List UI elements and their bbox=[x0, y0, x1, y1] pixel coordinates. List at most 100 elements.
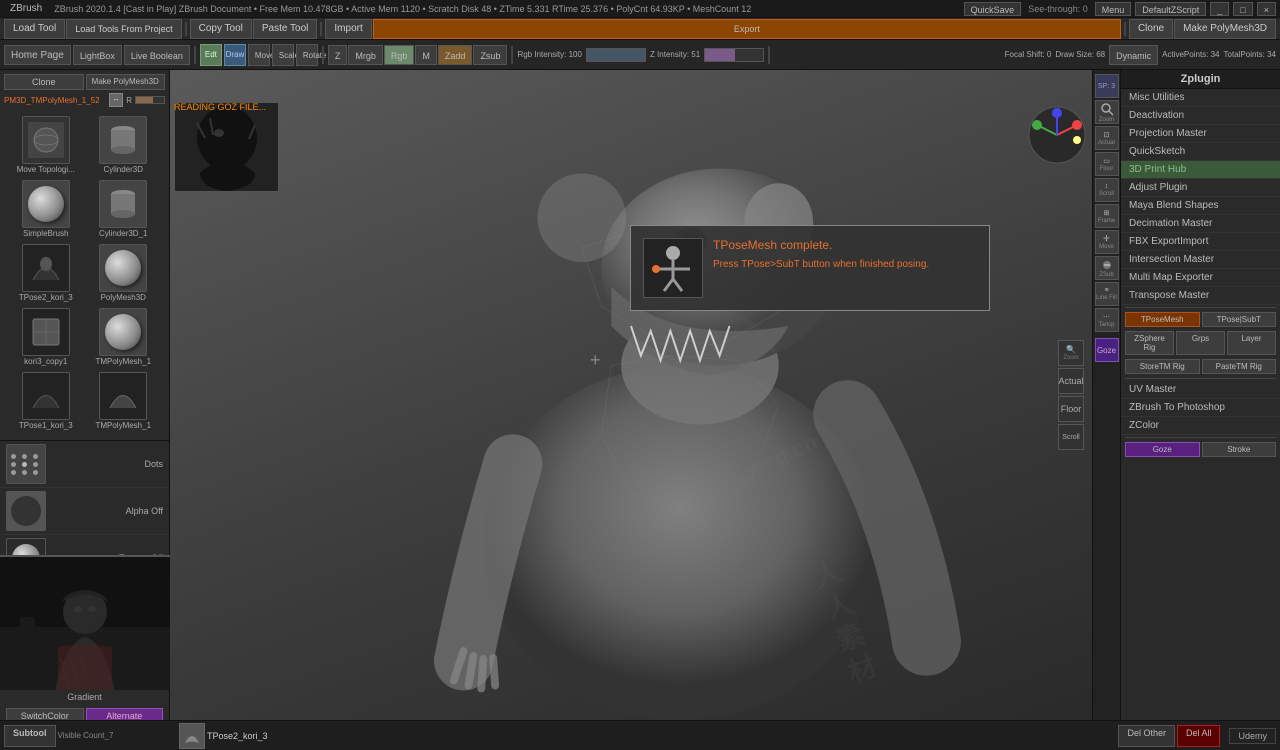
zplugin-fbx[interactable]: FBX ExportImport bbox=[1121, 233, 1280, 251]
viewport[interactable]: READING GOZ FILE... bbox=[170, 70, 1092, 720]
pm3d-icon[interactable]: ↔ bbox=[109, 93, 123, 107]
paste-tool-btn[interactable]: Paste Tool bbox=[253, 19, 318, 39]
tmpolymesh-tool[interactable]: TMPolyMesh_1 bbox=[86, 306, 162, 368]
subtool-active-item: TPose2_kori_3 bbox=[179, 723, 268, 749]
rotate-btn[interactable]: Rotate bbox=[296, 44, 318, 66]
make-polymesh-btn[interactable]: Make PolyMesh3D bbox=[1174, 19, 1276, 39]
zplugin-maya-blend[interactable]: Maya Blend Shapes bbox=[1121, 197, 1280, 215]
quicksave-btn[interactable]: QuickSave bbox=[964, 2, 1022, 16]
switch-color-btn[interactable]: SwitchColor bbox=[6, 708, 84, 720]
stroke-side-btn[interactable]: Stroke bbox=[1202, 442, 1277, 457]
menu-btn[interactable]: Menu bbox=[1095, 2, 1132, 16]
cylinder3d-tool[interactable]: Cylinder3D bbox=[86, 114, 162, 176]
gizmo-widget[interactable] bbox=[1027, 105, 1087, 165]
zplugin-deactivation[interactable]: Deactivation bbox=[1121, 107, 1280, 125]
active-subtool-thumb[interactable] bbox=[179, 723, 205, 749]
close-btn[interactable]: × bbox=[1257, 2, 1276, 16]
clone-btn-l[interactable]: Clone bbox=[4, 74, 84, 90]
floor-btn[interactable]: Floor bbox=[1058, 396, 1084, 422]
tpose-dialog-title: TPoseMesh complete. bbox=[713, 238, 977, 252]
tpose-dialog-icon bbox=[643, 238, 703, 298]
del-all-btn[interactable]: Del All bbox=[1177, 725, 1221, 747]
rgb-btn[interactable]: Rgb bbox=[384, 45, 415, 65]
make-poly-btn-l[interactable]: Make PolyMesh3D bbox=[86, 74, 166, 90]
z-btn[interactable]: Z bbox=[328, 45, 348, 65]
paste-tm-btn[interactable]: PasteTM Rig bbox=[1202, 359, 1277, 374]
zsub-btn[interactable]: Zsub bbox=[473, 45, 507, 65]
zsphere-rig-btn[interactable]: ZSphere Rig bbox=[1125, 331, 1174, 355]
dynamic-btn[interactable]: Dynamic bbox=[1109, 45, 1158, 65]
reading-goz-text: READING GOZ FILE... bbox=[174, 102, 266, 112]
del-other-btn[interactable]: Del Other bbox=[1118, 725, 1175, 747]
z-intensity-slider[interactable] bbox=[704, 48, 764, 62]
mrgb-btn[interactable]: Mrgb bbox=[348, 45, 383, 65]
zadd-btn[interactable]: Zadd bbox=[438, 45, 473, 65]
reference-thumbnail[interactable] bbox=[174, 102, 279, 192]
import-btn[interactable]: Import bbox=[325, 19, 371, 39]
zplugin-adjust-plugin[interactable]: Adjust Plugin bbox=[1121, 179, 1280, 197]
zplugin-zbrush-photoshop[interactable]: ZBrush To Photoshop bbox=[1121, 399, 1280, 417]
draw-btn[interactable]: Draw bbox=[224, 44, 246, 66]
export-btn[interactable]: Export bbox=[373, 19, 1121, 39]
zplugin-projection-master[interactable]: Projection Master bbox=[1121, 125, 1280, 143]
load-tool-btn[interactable]: Load Tool bbox=[4, 19, 65, 39]
store-tm-btn[interactable]: StoreTM Rig bbox=[1125, 359, 1200, 374]
webcam-preview bbox=[0, 555, 170, 690]
lightbox-btn[interactable]: LightBox bbox=[73, 45, 122, 65]
copy-tool-btn[interactable]: Copy Tool bbox=[190, 19, 252, 39]
edit-btn[interactable]: Edt bbox=[200, 44, 222, 66]
actual-btn[interactable]: Actual bbox=[1058, 368, 1084, 394]
cylinder3d-1-tool[interactable]: Cylinder3D_1 bbox=[86, 178, 162, 240]
m-btn[interactable]: M bbox=[415, 45, 437, 65]
zoom-icon-btn[interactable]: Zoom bbox=[1095, 100, 1119, 124]
scroll-btn[interactable]: Scroll bbox=[1058, 424, 1084, 450]
zsub-icon-btn[interactable]: ZSub bbox=[1095, 256, 1119, 280]
pm3d-slider[interactable] bbox=[135, 96, 165, 104]
live-boolean-btn[interactable]: Live Boolean bbox=[124, 45, 190, 65]
clone-btn[interactable]: Clone bbox=[1129, 19, 1173, 39]
minimize-btn[interactable]: _ bbox=[1210, 2, 1229, 16]
menu-zbrush[interactable]: ZBrush bbox=[4, 0, 48, 18]
polymesh3d-tool[interactable]: PolyMesh3D bbox=[86, 242, 162, 304]
home-page-btn[interactable]: Home Page bbox=[4, 45, 71, 65]
move-btn[interactable]: Move bbox=[248, 44, 270, 66]
line-fill-icon-btn[interactable]: ≡ Line Fill bbox=[1095, 282, 1119, 306]
tpose-subt-btn[interactable]: TPose|SubT bbox=[1202, 312, 1277, 327]
default-zscript-btn[interactable]: DefaultZScript bbox=[1135, 2, 1206, 16]
maximize-btn[interactable]: □ bbox=[1233, 2, 1252, 16]
goze-btn[interactable]: Goze bbox=[1095, 338, 1119, 362]
alternate-btn[interactable]: Alternate bbox=[86, 708, 164, 720]
move-icon-btn[interactable]: ✛ Move bbox=[1095, 230, 1119, 254]
zplugin-zcolor[interactable]: ZColor bbox=[1121, 417, 1280, 435]
actual-icon-btn[interactable]: ⊡ Actual bbox=[1095, 126, 1119, 150]
layer-btn[interactable]: Layer bbox=[1227, 331, 1276, 355]
zoom-in-btn[interactable]: 🔍Zoom bbox=[1058, 340, 1084, 366]
zplugin-decimation[interactable]: Decimation Master bbox=[1121, 215, 1280, 233]
tpose1-tool[interactable]: TPose1_kori_3 bbox=[8, 370, 84, 432]
tancp-icon-btn[interactable]: ⋯ Tancp bbox=[1095, 308, 1119, 332]
viewport-area[interactable]: READING GOZ FILE... bbox=[170, 70, 1092, 720]
zplugin-transpose-master[interactable]: Transpose Master bbox=[1121, 287, 1280, 305]
grps-btn[interactable]: Grps bbox=[1176, 331, 1225, 355]
rgb-intensity-slider[interactable] bbox=[586, 48, 646, 62]
kori3-copy-tool[interactable]: kori3_copy1 bbox=[8, 306, 84, 368]
dots-brush-thumb[interactable] bbox=[6, 444, 46, 484]
goze-side-btn[interactable]: Goze bbox=[1125, 442, 1200, 457]
zplugin-uv-master[interactable]: UV Master bbox=[1121, 381, 1280, 399]
tpose-mesh-btn[interactable]: TPoseMesh bbox=[1125, 312, 1200, 327]
move-topological-tool[interactable]: Move Topologi... bbox=[8, 114, 84, 176]
scroll-icon-btn[interactable]: ↕ Scroll bbox=[1095, 178, 1119, 202]
zplugin-quicksketch[interactable]: QuickSketch bbox=[1121, 143, 1280, 161]
zplugin-misc[interactable]: Misc Utilities bbox=[1121, 89, 1280, 107]
simple-brush-tool[interactable]: SimpleBrush bbox=[8, 178, 84, 240]
frame-icon-btn[interactable]: ⊞ Frame bbox=[1095, 204, 1119, 228]
tpose2-kori3-tool[interactable]: TMPolyMesh_1 bbox=[86, 370, 162, 432]
zplugin-3d-print-hub[interactable]: 3D Print Hub bbox=[1121, 161, 1280, 179]
tpose2-tool[interactable]: TPose2_kori_3 bbox=[8, 242, 84, 304]
zplugin-multi-map[interactable]: Multi Map Exporter bbox=[1121, 269, 1280, 287]
load-from-project-btn[interactable]: Load Tools From Project bbox=[66, 19, 181, 39]
floor-icon-btn[interactable]: ▭ Floor bbox=[1095, 152, 1119, 176]
alpha-thumb[interactable] bbox=[6, 491, 46, 531]
zplugin-intersection[interactable]: Intersection Master bbox=[1121, 251, 1280, 269]
scale-btn[interactable]: Scale bbox=[272, 44, 294, 66]
